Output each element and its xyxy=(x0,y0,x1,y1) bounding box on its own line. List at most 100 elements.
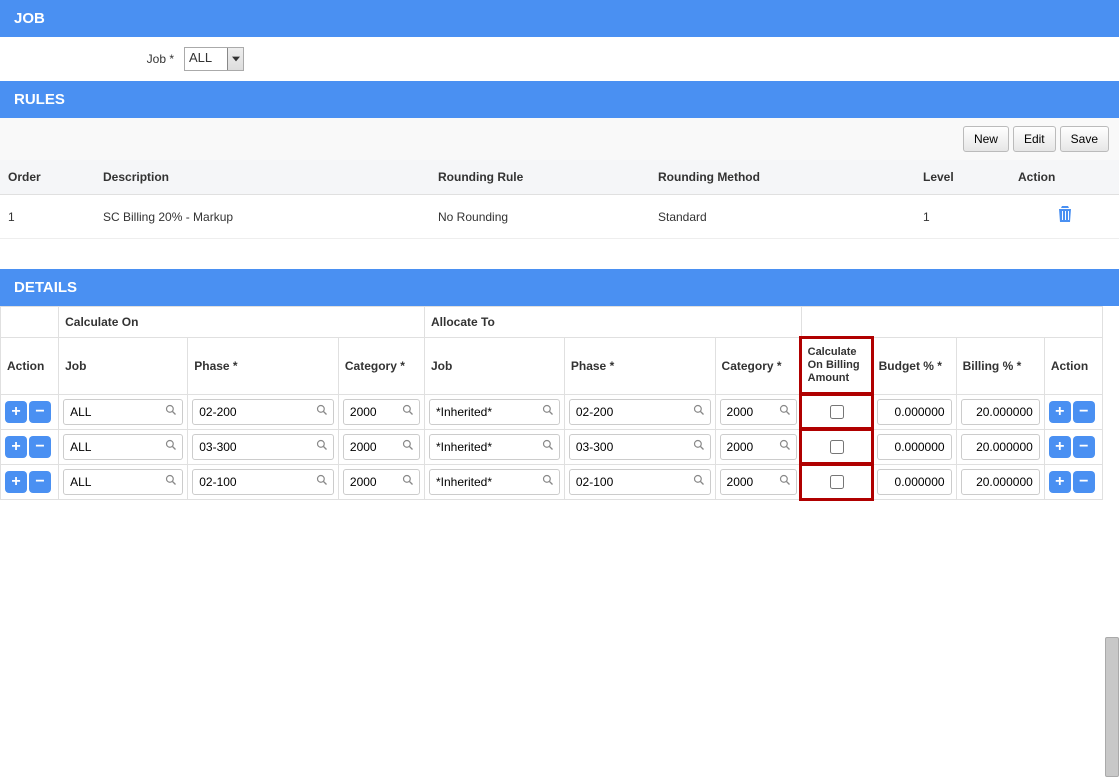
co-category-lookup[interactable] xyxy=(343,469,420,495)
add-row-button[interactable]: + xyxy=(5,471,27,493)
budget-percent-input[interactable] xyxy=(877,469,952,495)
at-category-lookup[interactable] xyxy=(720,434,797,460)
at-phase-input[interactable] xyxy=(570,405,688,419)
search-icon[interactable] xyxy=(397,474,419,489)
search-icon[interactable] xyxy=(537,439,559,454)
at-job-input[interactable] xyxy=(430,405,537,419)
remove-row-button[interactable]: − xyxy=(29,401,51,423)
search-icon[interactable] xyxy=(160,439,182,454)
search-icon[interactable] xyxy=(311,474,333,489)
new-button[interactable]: New xyxy=(963,126,1009,152)
search-icon[interactable] xyxy=(774,474,796,489)
details-group-allocate-to: Allocate To xyxy=(424,307,801,338)
remove-row-button[interactable]: − xyxy=(1073,436,1095,458)
search-icon[interactable] xyxy=(688,439,710,454)
at-category-input[interactable] xyxy=(721,440,774,454)
co-category-lookup[interactable] xyxy=(343,434,420,460)
co-job-lookup[interactable] xyxy=(63,399,183,425)
at-category-lookup[interactable] xyxy=(720,399,797,425)
job-row: Job * ALL xyxy=(0,37,1119,81)
scroll-thumb[interactable] xyxy=(1105,637,1119,777)
co-phase-input[interactable] xyxy=(193,405,311,419)
search-icon[interactable] xyxy=(160,474,182,489)
at-category-input[interactable] xyxy=(721,475,774,489)
co-phase-lookup[interactable] xyxy=(192,434,334,460)
search-icon[interactable] xyxy=(537,404,559,419)
delete-icon[interactable] xyxy=(1057,205,1073,228)
at-category-lookup[interactable] xyxy=(720,469,797,495)
save-button[interactable]: Save xyxy=(1060,126,1109,152)
remove-row-button[interactable]: − xyxy=(1073,471,1095,493)
co-phase-lookup[interactable] xyxy=(192,469,334,495)
at-job-lookup[interactable] xyxy=(429,399,560,425)
billing-percent-input[interactable] xyxy=(961,469,1040,495)
at-phase-input[interactable] xyxy=(570,440,688,454)
job-select-value: ALL xyxy=(189,50,212,65)
search-icon[interactable] xyxy=(774,439,796,454)
remove-row-button[interactable]: − xyxy=(1073,401,1095,423)
rules-th-rounding-rule: Rounding Rule xyxy=(430,160,650,195)
edit-button[interactable]: Edit xyxy=(1013,126,1056,152)
at-phase-lookup[interactable] xyxy=(569,434,711,460)
rules-th-level: Level xyxy=(915,160,1010,195)
search-icon[interactable] xyxy=(537,474,559,489)
co-phase-lookup[interactable] xyxy=(192,399,334,425)
remove-row-button[interactable]: − xyxy=(29,471,51,493)
co-job-lookup[interactable] xyxy=(63,469,183,495)
at-job-input[interactable] xyxy=(430,440,537,454)
co-job-input[interactable] xyxy=(64,405,160,419)
rules-table: Order Description Rounding Rule Rounding… xyxy=(0,160,1119,239)
details-th-at-phase: Phase * xyxy=(564,338,715,395)
section-header-job: JOB xyxy=(0,0,1119,37)
details-th-at-job: Job xyxy=(424,338,564,395)
co-job-lookup[interactable] xyxy=(63,434,183,460)
search-icon[interactable] xyxy=(774,404,796,419)
co-category-input[interactable] xyxy=(344,475,397,489)
calc-on-billing-checkbox[interactable] xyxy=(830,475,844,489)
budget-percent-input[interactable] xyxy=(877,399,952,425)
details-panel: Calculate On Allocate To Action Job Phas… xyxy=(0,306,1119,500)
add-row-button[interactable]: + xyxy=(1049,401,1071,423)
at-category-input[interactable] xyxy=(721,405,774,419)
search-icon[interactable] xyxy=(397,404,419,419)
job-select[interactable]: ALL xyxy=(184,47,244,71)
at-phase-input[interactable] xyxy=(570,475,688,489)
add-row-button[interactable]: + xyxy=(5,401,27,423)
add-row-button[interactable]: + xyxy=(5,436,27,458)
at-phase-lookup[interactable] xyxy=(569,469,711,495)
search-icon[interactable] xyxy=(311,439,333,454)
add-row-button[interactable]: + xyxy=(1049,471,1071,493)
rules-cell-rounding-rule: No Rounding xyxy=(430,195,650,239)
search-icon[interactable] xyxy=(160,404,182,419)
rules-th-order: Order xyxy=(0,160,95,195)
at-job-input[interactable] xyxy=(430,475,537,489)
co-job-input[interactable] xyxy=(64,475,160,489)
remove-row-button[interactable]: − xyxy=(29,436,51,458)
billing-percent-input[interactable] xyxy=(961,399,1040,425)
co-category-input[interactable] xyxy=(344,405,397,419)
at-job-lookup[interactable] xyxy=(429,434,560,460)
co-category-input[interactable] xyxy=(344,440,397,454)
calc-on-billing-checkbox[interactable] xyxy=(830,405,844,419)
details-th-calc-on-billing: Calculate On Billing Amount xyxy=(801,338,872,395)
co-category-lookup[interactable] xyxy=(343,399,420,425)
rules-th-rounding-method: Rounding Method xyxy=(650,160,915,195)
add-row-button[interactable]: + xyxy=(1049,436,1071,458)
at-job-lookup[interactable] xyxy=(429,469,560,495)
search-icon[interactable] xyxy=(688,474,710,489)
calc-on-billing-checkbox[interactable] xyxy=(830,440,844,454)
rules-cell-order: 1 xyxy=(0,195,95,239)
rules-row[interactable]: 1 SC Billing 20% - Markup No Rounding St… xyxy=(0,195,1119,239)
search-icon[interactable] xyxy=(397,439,419,454)
dropdown-icon[interactable] xyxy=(227,48,243,70)
billing-percent-input[interactable] xyxy=(961,434,1040,460)
details-th-budget: Budget % * xyxy=(872,338,956,395)
at-phase-lookup[interactable] xyxy=(569,399,711,425)
co-phase-input[interactable] xyxy=(193,440,311,454)
details-group-spacer xyxy=(1,307,59,338)
budget-percent-input[interactable] xyxy=(877,434,952,460)
search-icon[interactable] xyxy=(311,404,333,419)
co-job-input[interactable] xyxy=(64,440,160,454)
co-phase-input[interactable] xyxy=(193,475,311,489)
search-icon[interactable] xyxy=(688,404,710,419)
